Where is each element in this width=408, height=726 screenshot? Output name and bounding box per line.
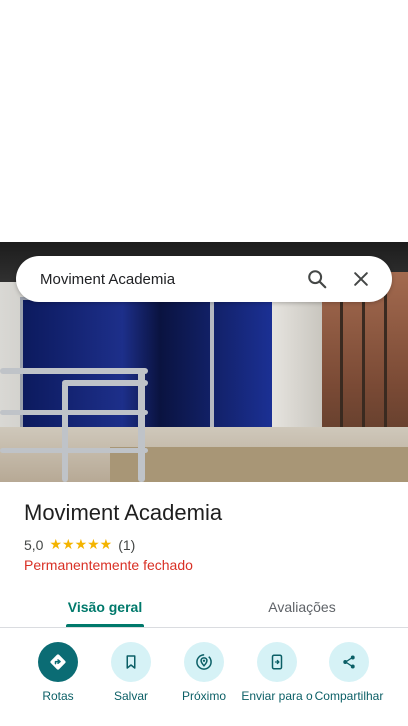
railing — [0, 368, 148, 374]
tab-indicator — [66, 624, 144, 627]
share-button[interactable]: Compartilhar — [309, 642, 389, 703]
map-blank-area — [0, 0, 408, 242]
save-button[interactable]: Salvar — [91, 642, 171, 703]
search-icon[interactable] — [300, 262, 334, 296]
directions-icon — [38, 642, 78, 682]
close-icon[interactable] — [344, 262, 378, 296]
reviews-count: (1) — [118, 536, 136, 553]
nearby-icon — [184, 642, 224, 682]
place-tabs: Visão geral Avaliações — [0, 586, 408, 628]
rating-value: 5,0 — [24, 536, 44, 553]
search-bar[interactable]: Moviment Academia — [16, 256, 392, 302]
bookmark-icon — [111, 642, 151, 682]
star-rating: ★★★★★ — [49, 536, 113, 552]
rating-row[interactable]: 5,0 ★★★★★ (1) — [24, 536, 135, 553]
share-icon — [329, 642, 369, 682]
send-to-phone-button[interactable]: Enviar para o — [237, 642, 317, 703]
search-input[interactable]: Moviment Academia — [40, 271, 290, 288]
status-closed: Permanentemente fechado — [24, 557, 193, 573]
tab-reviews[interactable]: Avaliações — [237, 586, 367, 627]
send-to-phone-icon — [257, 642, 297, 682]
nearby-button[interactable]: Próximo — [164, 642, 244, 703]
tab-overview[interactable]: Visão geral — [40, 586, 170, 627]
directions-button[interactable]: Rotas — [18, 642, 98, 703]
place-title: Moviment Academia — [24, 500, 223, 525]
